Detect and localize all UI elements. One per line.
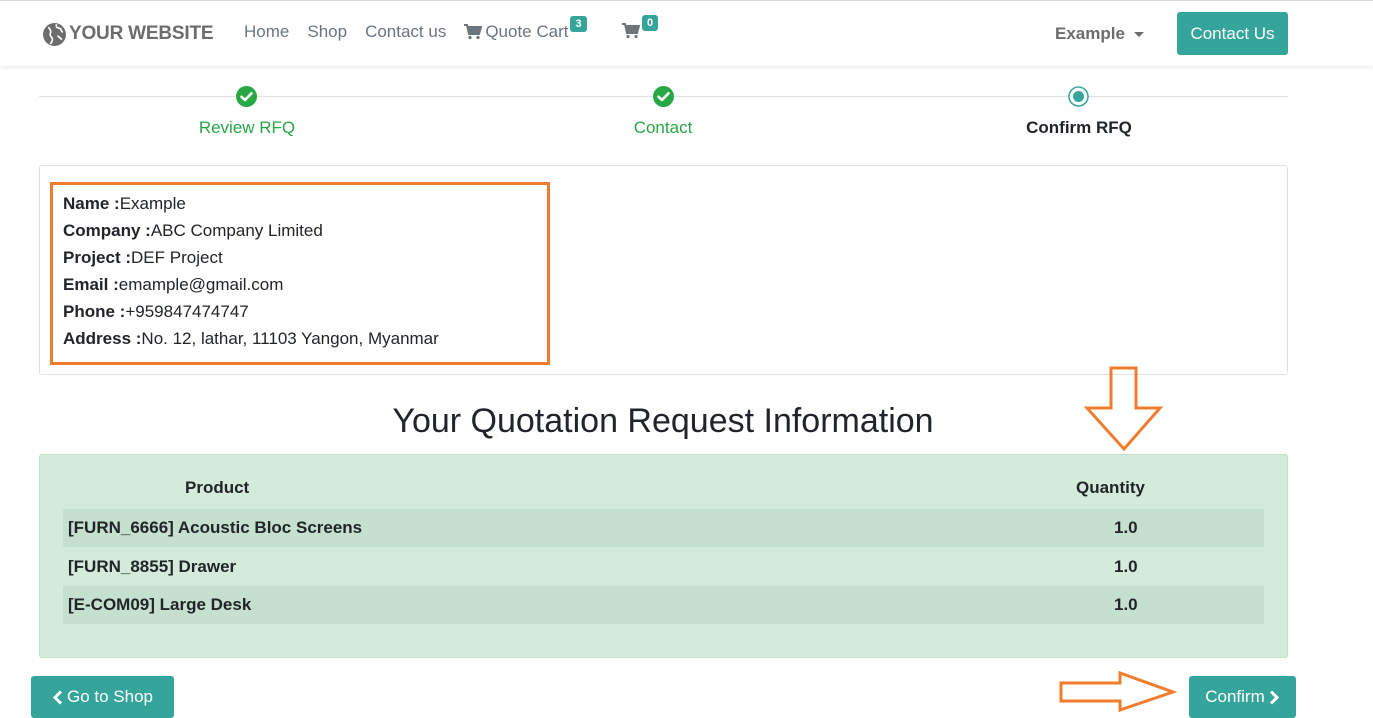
address-label: Address :	[63, 329, 142, 348]
annotation-arrow-right-icon	[1059, 670, 1178, 713]
info-address: Address :No. 12, lathar, 11103 Yangon, M…	[63, 325, 439, 352]
cart-link[interactable]: 0	[622, 15, 659, 39]
confirm-label: Confirm	[1205, 687, 1265, 706]
product-cell: [E-COM09] Large Desk	[68, 595, 252, 614]
info-email: Email :emample@gmail.com	[63, 271, 439, 298]
step-confirm-rfq: Confirm RFQ	[1026, 118, 1132, 137]
column-header-quantity: Quantity	[1076, 478, 1145, 497]
check-circle-icon	[653, 86, 674, 107]
company-label: Company :	[63, 221, 151, 240]
quote-cart-label: Quote Cart	[485, 22, 569, 41]
email-value: emample@gmail.com	[118, 275, 284, 294]
info-phone: Phone :+959847474747	[63, 298, 439, 325]
user-name: Example	[1055, 24, 1125, 43]
table-row: [FURN_8855] Drawer 1.0	[63, 548, 1264, 586]
contact-us-button[interactable]: Contact Us	[1177, 12, 1288, 55]
go-to-shop-label: Go to Shop	[66, 687, 153, 706]
caret-down-icon	[1133, 31, 1144, 37]
quantity-cell: 1.0	[1114, 518, 1138, 537]
column-header-product: Product	[185, 478, 250, 497]
quote-cart-badge: 3	[570, 16, 587, 32]
customer-details: Name :Example Company :ABC Company Limit…	[63, 190, 439, 352]
logo-text: YOUR WEBSITE	[69, 23, 214, 44]
product-cell: [FURN_6666] Acoustic Bloc Screens	[68, 518, 363, 537]
chevron-right-icon	[1269, 689, 1279, 705]
check-circle-icon	[236, 86, 257, 107]
quantity-cell: 1.0	[1114, 557, 1138, 576]
company-value: ABC Company Limited	[150, 221, 323, 240]
nav-contact-us[interactable]: Contact us	[365, 22, 446, 42]
cart-icon	[464, 24, 483, 40]
chevron-left-icon	[52, 689, 63, 705]
table-header: Product Quantity	[63, 476, 1264, 502]
cart-badge: 0	[642, 15, 659, 31]
info-name: Name :Example	[63, 190, 439, 217]
cart-icon	[622, 23, 640, 39]
current-step-dot-icon	[1068, 86, 1089, 107]
table-row: [FURN_6666] Acoustic Bloc Screens 1.0	[63, 509, 1264, 547]
step-review-rfq: Review RFQ	[198, 118, 296, 137]
table-row: [E-COM09] Large Desk 1.0	[63, 586, 1264, 624]
nav-shop[interactable]: Shop	[307, 22, 347, 42]
phone-value: +959847474747	[125, 302, 249, 321]
product-cell: [FURN_8855] Drawer	[68, 557, 237, 576]
confirm-button[interactable]: Confirm	[1189, 676, 1296, 718]
email-label: Email :	[63, 275, 119, 294]
name-label: Name :	[63, 194, 120, 213]
name-value: Example	[119, 194, 186, 213]
annotation-arrow-down-icon	[1084, 366, 1164, 452]
address-value: No. 12, lathar, 11103 Yangon, Myanmar	[141, 329, 439, 348]
site-header: YOUR WEBSITE Home Shop Contact us Quote …	[0, 0, 1373, 66]
site-logo[interactable]: YOUR WEBSITE	[42, 18, 214, 50]
step-contact: Contact	[633, 118, 693, 137]
quantity-cell: 1.0	[1114, 595, 1138, 614]
project-value: DEF Project	[131, 248, 223, 267]
nav-quote-cart[interactable]: Quote Cart 3	[464, 16, 587, 42]
main-nav: Home Shop Contact us Quote Cart 3	[244, 16, 605, 42]
nav-home[interactable]: Home	[244, 22, 289, 42]
user-menu-dropdown[interactable]: Example	[1055, 24, 1144, 44]
info-company: Company :ABC Company Limited	[63, 217, 439, 244]
phone-label: Phone :	[63, 302, 126, 321]
project-label: Project :	[63, 248, 132, 267]
info-project: Project :DEF Project	[63, 244, 439, 271]
go-to-shop-button[interactable]: Go to Shop	[31, 676, 174, 718]
globe-icon	[43, 22, 66, 46]
